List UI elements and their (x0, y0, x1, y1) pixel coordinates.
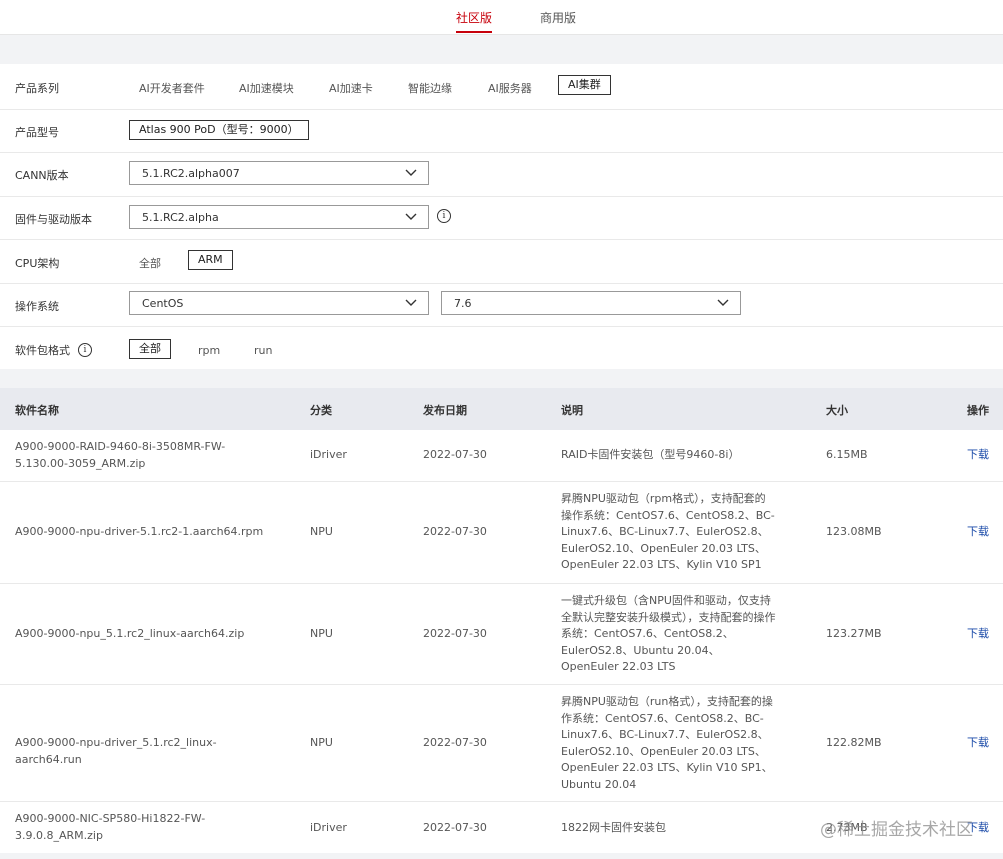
cann-version-label: CANN版本 (15, 169, 69, 182)
section-divider (0, 35, 1003, 64)
info-icon[interactable]: i (437, 209, 451, 223)
header-category: 分类 (310, 404, 332, 417)
header-date: 发布日期 (423, 404, 467, 417)
cpu-option-all[interactable]: 全部 (139, 255, 161, 271)
cpu-option-arm[interactable]: ARM (188, 250, 233, 270)
software-name: A900-9000-NIC-SP580-Hi1822-FW-3.9.0.8_AR… (15, 812, 206, 842)
table-row: A900-9000-RAID-9460-8i-3508MR-FW-5.130.0… (0, 430, 1003, 482)
product-model-label: 产品型号 (15, 126, 59, 139)
download-link[interactable]: 下载 (967, 524, 989, 541)
description: 昇腾NPU驱动包（rpm格式），支持配套的操作系统：CentOS7.6、Cent… (561, 492, 775, 571)
model-option-atlas900[interactable]: Atlas 900 PoD（型号：9000） (129, 120, 309, 140)
series-option-accel-module[interactable]: AI加速模块 (239, 80, 294, 96)
release-date: 2022-07-30 (423, 736, 487, 749)
firmware-version-label: 固件与驱动版本 (15, 213, 92, 226)
table-row: A900-9000-npu-driver-5.1.rc2-1.aarch64.r… (0, 482, 1003, 584)
series-option-cluster[interactable]: AI集群 (558, 75, 611, 95)
watermark: @稀土掘金技术社区 (820, 820, 973, 840)
download-link[interactable]: 下载 (967, 447, 989, 464)
filter-row-cann-version: CANN版本 5.1.RC2.alpha007 (0, 153, 1003, 197)
section-divider (0, 369, 1003, 388)
release-date: 2022-07-30 (423, 627, 487, 640)
filter-row-os: 操作系统 CentOS 7.6 (0, 284, 1003, 327)
file-size: 122.82MB (826, 736, 882, 749)
table-header: 软件名称 分类 发布日期 说明 大小 操作 (0, 388, 1003, 430)
chevron-down-icon (405, 213, 417, 220)
software-name: A900-9000-RAID-9460-8i-3508MR-FW-5.130.0… (15, 440, 226, 470)
category: NPU (310, 627, 333, 640)
format-option-all[interactable]: 全部 (129, 339, 171, 359)
description: 1822网卡固件安装包 (561, 821, 666, 834)
tab-community[interactable]: 社区版 (456, 9, 492, 26)
active-tab-indicator (456, 31, 492, 33)
description: RAID卡固件安装包（型号9460-8i） (561, 448, 740, 461)
tab-commercial[interactable]: 商用版 (540, 9, 576, 26)
category: iDriver (310, 821, 347, 834)
filter-row-package-format: 软件包格式 i 全部 rpm run (0, 327, 1003, 369)
category: NPU (310, 525, 333, 538)
format-option-rpm[interactable]: rpm (198, 344, 220, 357)
cann-version-select[interactable]: 5.1.RC2.alpha007 (129, 161, 429, 185)
release-date: 2022-07-30 (423, 525, 487, 538)
software-name: A900-9000-npu-driver_5.1.rc2_linux-aarch… (15, 736, 217, 766)
header-operation: 操作 (967, 404, 989, 417)
filter-row-firmware-version: 固件与驱动版本 5.1.RC2.alpha i (0, 197, 1003, 240)
header-size: 大小 (826, 404, 848, 417)
chevron-down-icon (405, 169, 417, 176)
os-select[interactable]: CentOS (129, 291, 429, 315)
file-size: 123.08MB (826, 525, 882, 538)
software-name: A900-9000-npu_5.1.rc2_linux-aarch64.zip (15, 627, 245, 640)
series-option-accel-card[interactable]: AI加速卡 (329, 80, 373, 96)
header-description: 说明 (561, 404, 583, 417)
series-option-edge[interactable]: 智能边缘 (408, 80, 452, 96)
table-row: A900-9000-npu_5.1.rc2_linux-aarch64.zip … (0, 584, 1003, 685)
os-version-select[interactable]: 7.6 (441, 291, 741, 315)
filter-row-cpu-arch: CPU架构 全部 ARM (0, 240, 1003, 284)
filter-row-product-series: 产品系列 AI开发者套件 AI加速模块 AI加速卡 智能边缘 AI服务器 AI集… (0, 64, 1003, 110)
firmware-version-select[interactable]: 5.1.RC2.alpha (129, 205, 429, 229)
bottom-divider (0, 853, 1003, 859)
os-version-value: 7.6 (454, 297, 472, 310)
firmware-version-value: 5.1.RC2.alpha (142, 211, 219, 224)
software-name: A900-9000-npu-driver-5.1.rc2-1.aarch64.r… (15, 525, 264, 538)
os-value: CentOS (142, 297, 184, 310)
chevron-down-icon (717, 299, 729, 306)
info-icon[interactable]: i (78, 343, 92, 357)
release-date: 2022-07-30 (423, 821, 487, 834)
download-link[interactable]: 下载 (967, 626, 989, 643)
description: 昇腾NPU驱动包（run格式），支持配套的操作系统：CentOS7.6、Cent… (561, 695, 773, 791)
product-series-label: 产品系列 (15, 82, 59, 95)
header-name: 软件名称 (15, 404, 59, 417)
release-date: 2022-07-30 (423, 448, 487, 461)
package-format-label: 软件包格式 (15, 344, 70, 357)
top-tab-bar: 社区版 商用版 (0, 0, 1003, 35)
series-option-dev-kit[interactable]: AI开发者套件 (139, 80, 205, 96)
series-option-server[interactable]: AI服务器 (488, 80, 532, 96)
filter-row-product-model: 产品型号 Atlas 900 PoD（型号：9000） (0, 110, 1003, 153)
format-option-run[interactable]: run (254, 344, 272, 357)
cann-version-value: 5.1.RC2.alpha007 (142, 167, 240, 180)
table-row: A900-9000-npu-driver_5.1.rc2_linux-aarch… (0, 685, 1003, 802)
file-size: 123.27MB (826, 627, 882, 640)
os-label: 操作系统 (15, 300, 59, 313)
file-size: 6.15MB (826, 448, 868, 461)
description: 一键式升级包（含NPU固件和驱动，仅支持全默认完整安装升级模式），支持配套的操作… (561, 594, 776, 673)
category: NPU (310, 736, 333, 749)
download-link[interactable]: 下载 (967, 735, 989, 752)
cpu-arch-label: CPU架构 (15, 257, 60, 270)
category: iDriver (310, 448, 347, 461)
chevron-down-icon (405, 299, 417, 306)
